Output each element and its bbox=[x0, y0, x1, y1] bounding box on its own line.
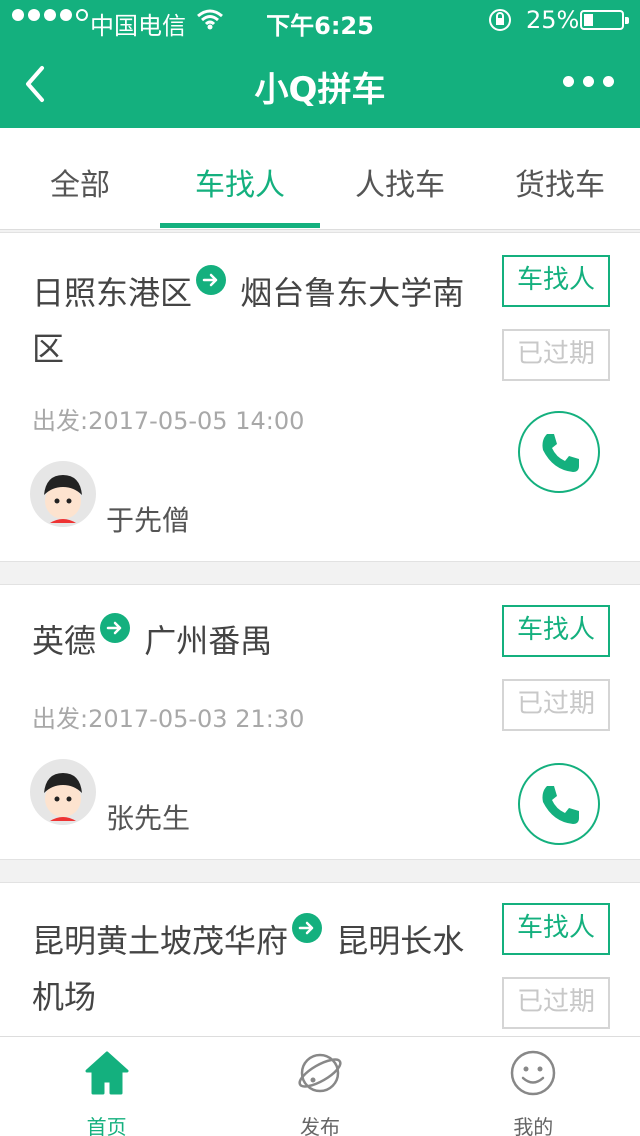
user-name: 张先生 bbox=[106, 802, 191, 835]
avatar bbox=[30, 759, 96, 825]
home-icon bbox=[85, 1051, 129, 1095]
type-tag: 车找人 bbox=[502, 605, 610, 657]
ride-card[interactable]: 英德 广州番禺 车找人 已过期 出发:2017-05-03 21:30 张先生 bbox=[0, 584, 640, 860]
status-badge: 已过期 bbox=[502, 329, 610, 381]
route-from: 日照东港区 bbox=[32, 274, 193, 312]
bottom-tab-label: 发布 bbox=[299, 1115, 340, 1136]
avatar bbox=[30, 461, 96, 527]
smiley-icon bbox=[511, 1050, 556, 1096]
bottom-tab-label: 我的 bbox=[513, 1115, 554, 1136]
planet-icon bbox=[298, 1053, 342, 1093]
phone-icon bbox=[542, 786, 579, 824]
bottom-tab-mine[interactable]: 我的 bbox=[427, 1037, 640, 1136]
route-to: 广州番禺 bbox=[144, 622, 273, 660]
bottom-tab-bar: 首页 发布 我的 bbox=[0, 1036, 640, 1136]
phone-icon bbox=[542, 434, 579, 472]
type-tag: 车找人 bbox=[502, 255, 610, 307]
tab-cargo-seeking-car[interactable]: 货找车 bbox=[480, 128, 640, 229]
tab-all[interactable]: 全部 bbox=[0, 128, 160, 229]
departure-time: 出发:2017-05-05 14:00 bbox=[32, 407, 305, 435]
battery-icon bbox=[580, 10, 629, 30]
call-button[interactable] bbox=[518, 411, 600, 493]
page-title: 小Q拼车 bbox=[254, 70, 386, 110]
bottom-tab-label: 首页 bbox=[86, 1115, 127, 1136]
status-bar: 中国电信 下午6:25 25% bbox=[0, 0, 640, 40]
rotation-lock-icon bbox=[488, 8, 512, 38]
route-text: 日照东港区 烟台鲁东大学南区 bbox=[32, 265, 492, 377]
route-from: 英德 bbox=[32, 622, 97, 660]
type-tag: 车找人 bbox=[502, 903, 610, 955]
route-arrow-icon bbox=[100, 613, 131, 643]
call-button[interactable] bbox=[518, 763, 600, 845]
more-options-icon[interactable] bbox=[563, 76, 614, 87]
route-arrow-icon bbox=[196, 265, 227, 295]
tab-car-seeking-passenger[interactable]: 车找人 bbox=[160, 128, 320, 229]
category-tabs: 全部 车找人 人找车 货找车 bbox=[0, 128, 640, 230]
departure-time: 出发:2017-05-03 21:30 bbox=[32, 705, 305, 733]
bottom-tab-publish[interactable]: 发布 bbox=[213, 1037, 426, 1136]
ride-card[interactable]: 昆明黄土坡茂华府 昆明长水机场 车找人 已过期 bbox=[0, 882, 640, 1042]
nav-bar: 小Q拼车 bbox=[0, 40, 640, 128]
battery-percent: 25% bbox=[526, 6, 580, 34]
tab-passenger-seeking-car[interactable]: 人找车 bbox=[320, 128, 480, 229]
route-from: 昆明黄土坡茂华府 bbox=[32, 922, 289, 960]
ride-card[interactable]: 日照东港区 烟台鲁东大学南区 车找人 已过期 出发:2017-05-05 14:… bbox=[0, 232, 640, 562]
route-text: 昆明黄土坡茂华府 昆明长水机场 bbox=[32, 913, 492, 1025]
route-text: 英德 广州番禺 bbox=[32, 613, 492, 669]
user-name: 于先僧 bbox=[106, 504, 191, 537]
status-badge: 已过期 bbox=[502, 977, 610, 1029]
route-arrow-icon bbox=[292, 913, 323, 943]
status-badge: 已过期 bbox=[502, 679, 610, 731]
bottom-tab-home[interactable]: 首页 bbox=[0, 1037, 213, 1136]
